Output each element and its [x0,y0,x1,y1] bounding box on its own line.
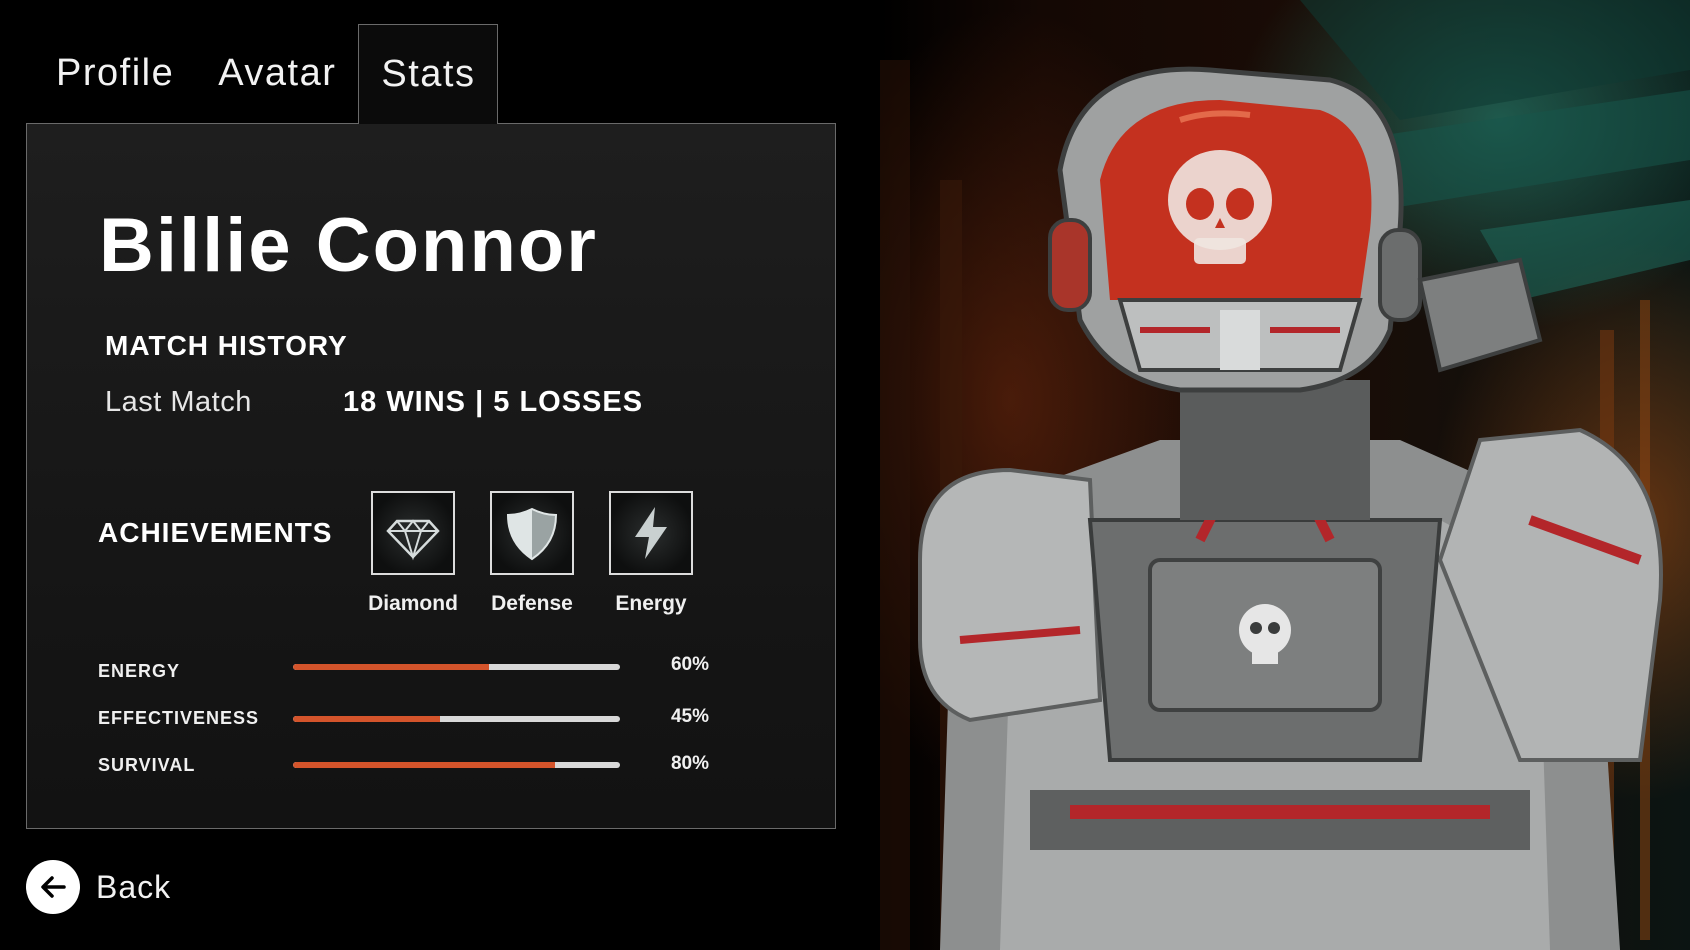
player-name: Billie Connor [99,203,598,288]
tab-stats[interactable]: Stats [358,24,499,124]
achievement-diamond[interactable] [371,491,455,575]
armored-soldier-illustration [880,0,1690,950]
character-scene [880,0,1690,950]
back-circle[interactable] [26,860,80,914]
stat-energy-fill [293,664,490,670]
arrow-left-icon [41,876,66,898]
stat-effectiveness-label: EFFECTIVENESS [98,708,260,728]
stat-effectiveness-value: 45% [670,706,709,727]
back-button[interactable]: Back [26,860,171,914]
tab-bar: Profile Avatar Stats [34,24,499,124]
diamond-icon [386,519,440,561]
stat-energy-label: ENERGY [98,661,181,681]
tab-profile[interactable]: Profile [34,24,196,122]
stat-survival-value: 80% [670,753,709,774]
stat-effectiveness-bar [293,716,620,722]
match-history-title: MATCH HISTORY [105,330,348,361]
achievement-defense[interactable] [490,491,574,575]
stat-survival-fill [293,762,555,768]
achievement-defense-label: Defense [491,592,573,615]
tab-avatar[interactable]: Avatar [196,24,358,122]
achievements-title: ACHIEVEMENTS [98,517,333,548]
lightning-icon [635,507,667,559]
stat-survival-label: SURVIVAL [98,755,196,775]
stat-effectiveness-fill [293,716,441,722]
achievement-energy-label: Energy [615,592,687,615]
back-label: Back [96,868,172,905]
stats-screen: Profile Avatar Stats Billie Connor MATCH… [0,0,1690,950]
last-match-label: Last Match [105,386,252,418]
achievement-energy[interactable] [609,491,693,575]
stat-energy-bar [293,664,620,670]
shield-icon [506,507,558,561]
achievement-diamond-label: Diamond [368,592,458,615]
stats-panel: Billie Connor MATCH HISTORY Last Match 1… [26,123,836,829]
stat-energy-value: 60% [670,654,709,675]
last-match-value: 18 WINS | 5 LOSSES [343,386,644,418]
stat-survival-bar [293,762,620,768]
